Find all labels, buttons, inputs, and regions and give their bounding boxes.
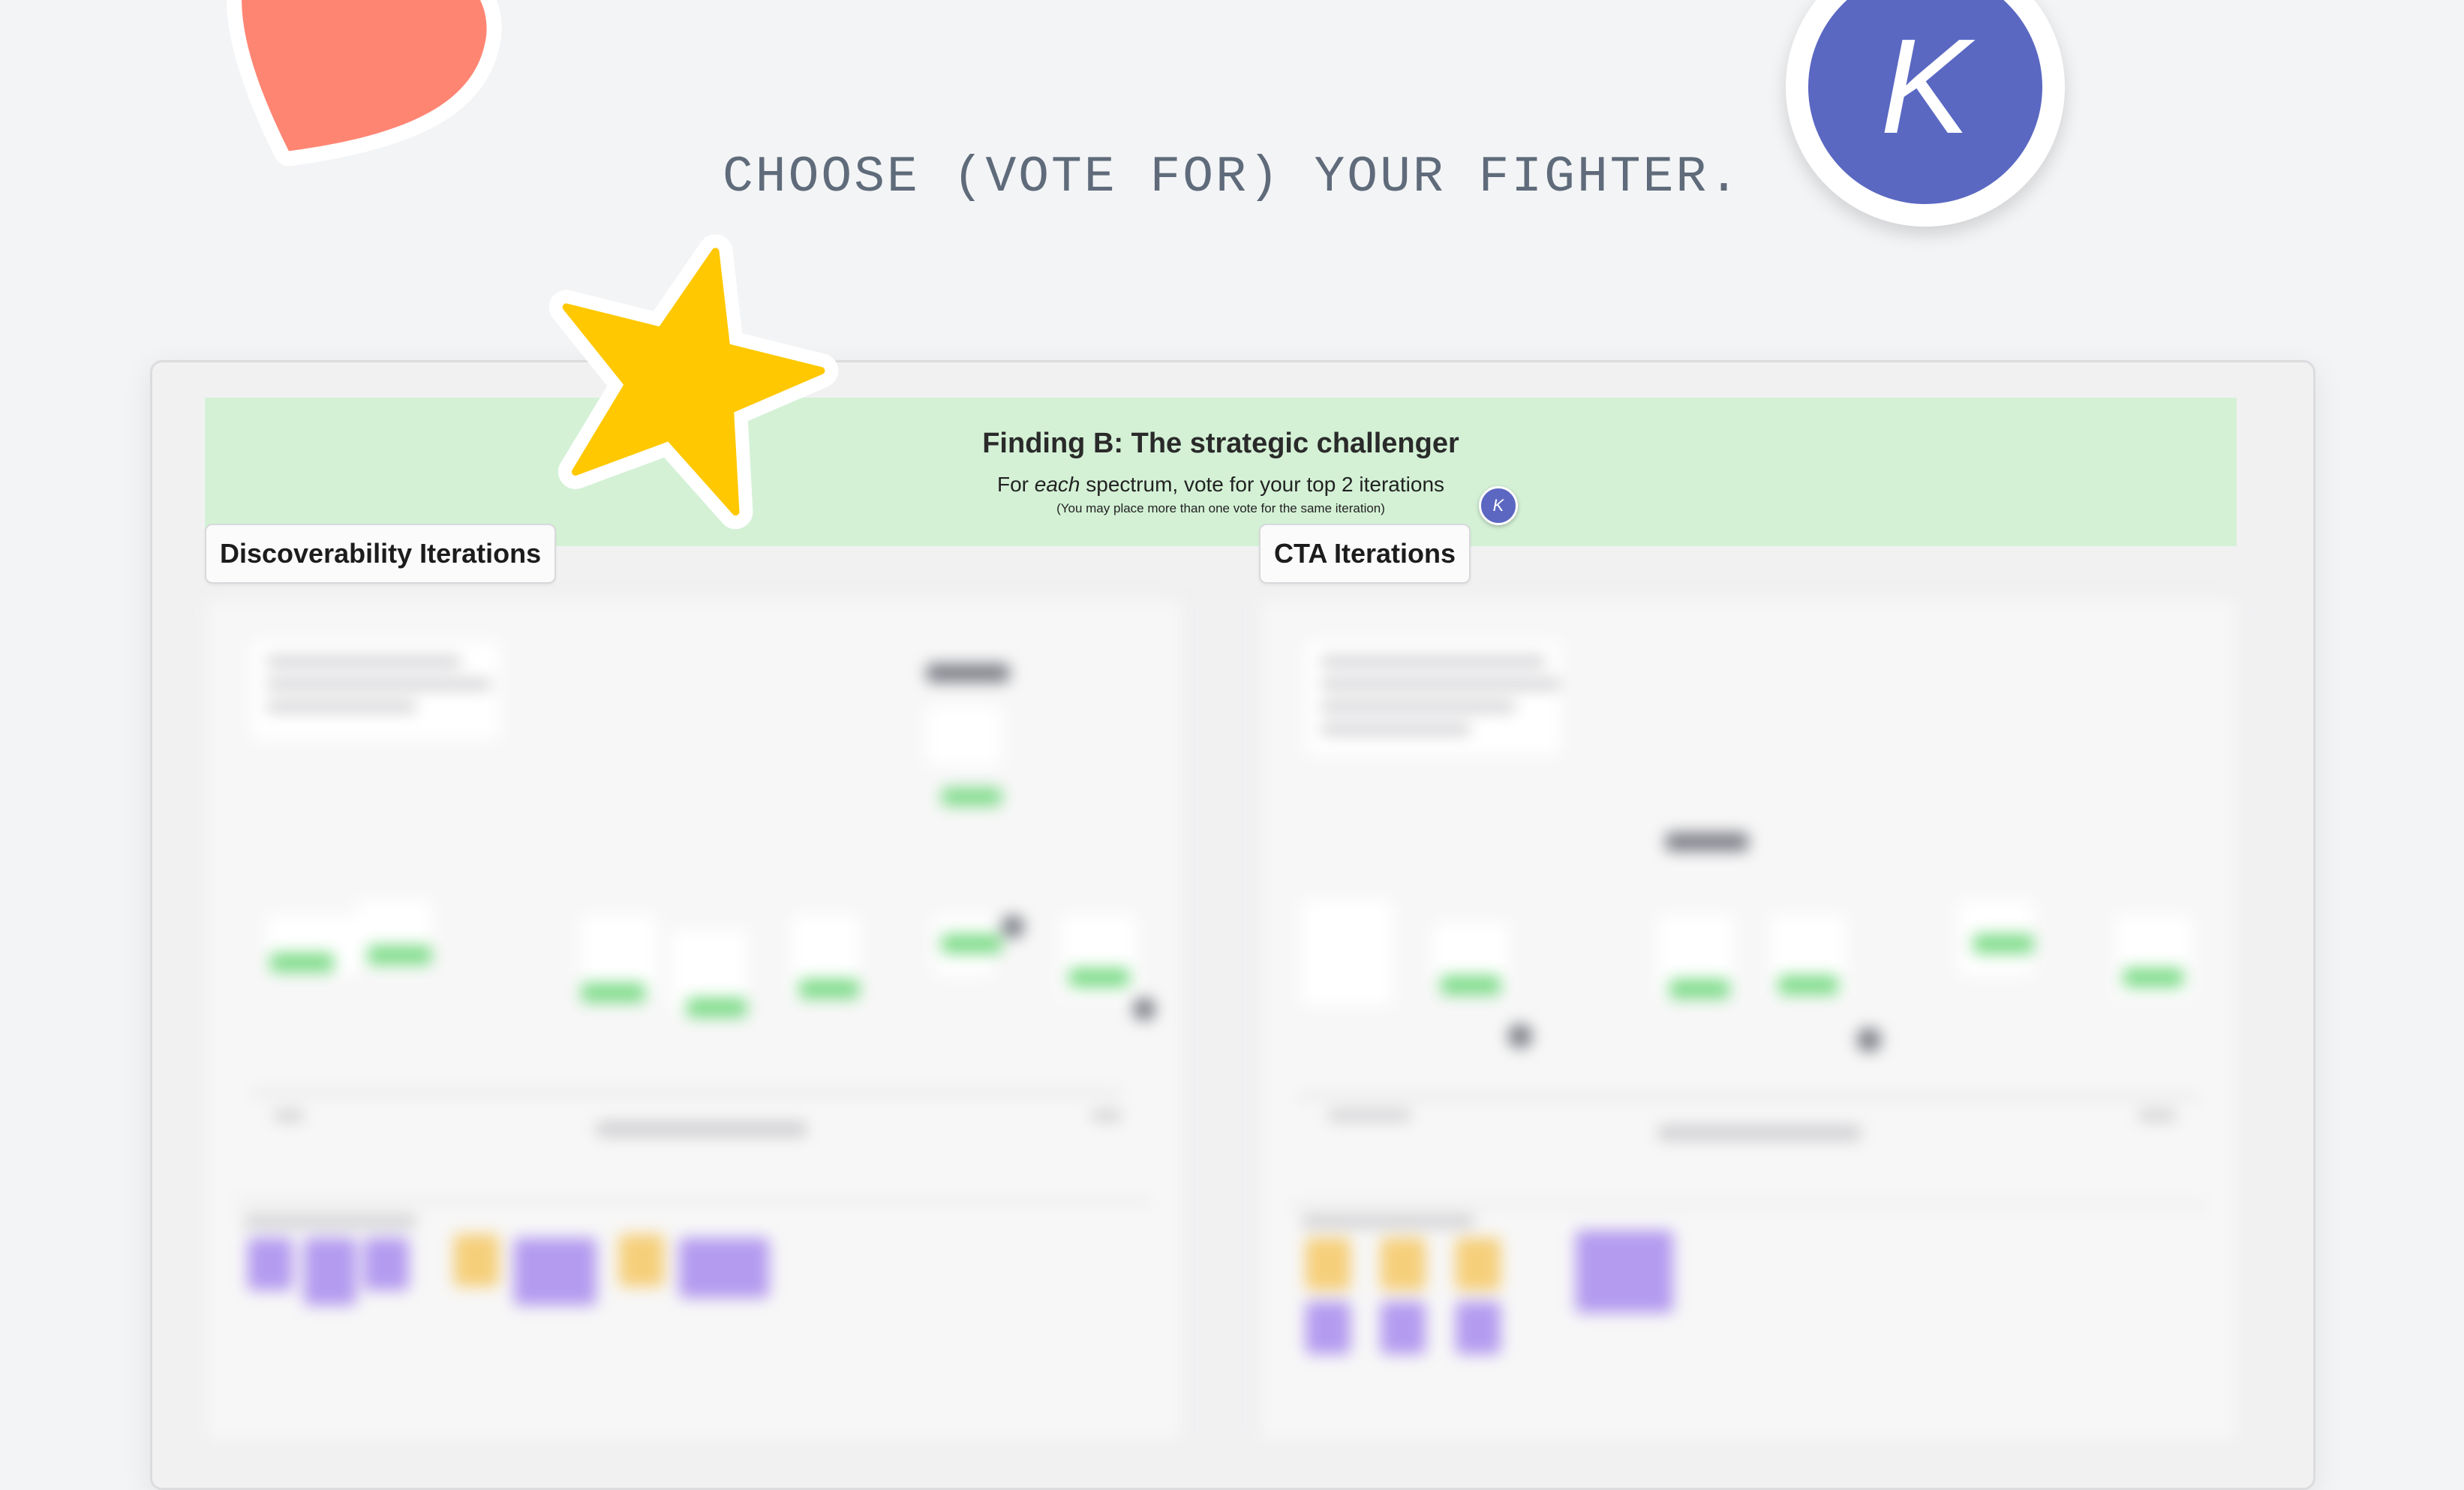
star-sticker[interactable] (518, 218, 848, 548)
cta-label[interactable]: CTA Iterations (1259, 524, 1471, 584)
cta-board[interactable] (1259, 599, 2237, 1440)
discoverability-board[interactable] (205, 599, 1183, 1440)
heart-sticker[interactable] (180, 0, 510, 210)
banner-title: Finding B: The strategic challenger (982, 428, 1459, 459)
user-avatar-small[interactable]: K (1479, 486, 1518, 525)
discoverability-label[interactable]: Discoverability Iterations (205, 524, 557, 584)
banner-note: (You may place more than one vote for th… (1056, 501, 1385, 515)
banner-subtitle: For each spectrum, vote for your top 2 i… (996, 473, 1445, 496)
